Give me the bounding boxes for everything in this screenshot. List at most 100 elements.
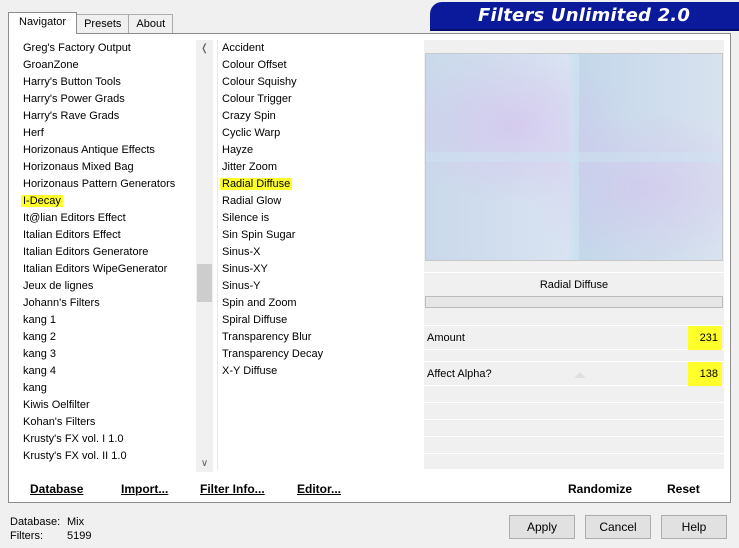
slider-tick-icon[interactable] [574,372,586,378]
category-item-label: Horizonaus Pattern Generators [23,178,176,190]
filter-item-label: X-Y Diffuse [222,365,278,377]
filter-info-button[interactable]: Filter Info... [200,482,265,496]
category-item-label: kang 1 [23,314,57,326]
category-item[interactable]: Johann's Filters [19,295,203,312]
category-scrollbar[interactable]: ❬ ∨ [196,40,213,472]
category-item[interactable]: kang 1 [19,312,203,329]
category-item-label: Italian Editors Generatore [23,246,149,258]
category-item[interactable]: I-Decay [19,193,203,210]
status-filters: Filters: 5199 [10,530,91,542]
param-amount-value[interactable]: 231 [688,326,722,350]
category-item[interactable]: Harry's Rave Grads [19,108,203,125]
category-item-label: Kiwis Oelfilter [23,399,90,411]
navigator-panel: Greg's Factory Output GroanZone Harry's Bu… [8,33,731,503]
filter-item[interactable]: Radial Diffuse [218,176,414,193]
param-amount[interactable]: Amount 231 [424,326,724,350]
reset-button[interactable]: Reset [667,482,700,496]
preview-pane: Radial Diffuse Amount 231 Affect Alpha? … [424,40,724,470]
category-item-label: GroanZone [23,59,79,71]
category-item-label: Greg's Factory Output [23,42,131,54]
filter-item[interactable]: Spiral Diffuse [218,312,414,329]
category-item[interactable]: Harry's Button Tools [19,74,203,91]
category-item[interactable]: Herf [19,125,203,142]
category-item[interactable]: kang 4 [19,363,203,380]
help-button[interactable]: Help [661,515,727,539]
category-item[interactable]: Jeux de lignes [19,278,203,295]
filter-item[interactable]: Sin Spin Sugar [218,227,414,244]
filter-item[interactable]: Silence is [218,210,414,227]
category-item-label: Harry's Rave Grads [23,110,120,122]
filter-item[interactable]: Spin and Zoom [218,295,414,312]
filter-item-label: Sinus-X [222,246,261,258]
category-item[interactable]: Kiwis Oelfilter [19,397,203,414]
category-item[interactable]: Horizonaus Mixed Bag [19,159,203,176]
filter-item[interactable]: Sinus-XY [218,261,414,278]
param-affect-alpha-value[interactable]: 138 [688,362,722,386]
database-button[interactable]: Database [30,482,83,496]
randomize-button[interactable]: Randomize [568,482,632,496]
tab-navigator[interactable]: Navigator [8,12,78,34]
category-item[interactable]: Horizonaus Antique Effects [19,142,203,159]
category-item[interactable]: Kohan's Filters [19,414,203,431]
filter-item-label: Hayze [222,144,254,156]
bottom-toolbar: Database Import... Filter Info... Editor… [8,474,731,502]
filter-item[interactable]: Colour Offset [218,57,414,74]
category-item[interactable]: GroanZone [19,57,203,74]
selected-filter-title: Radial Diffuse [424,272,724,296]
filter-item-label: Sin Spin Sugar [222,229,296,241]
category-item[interactable]: kang 3 [19,346,203,363]
filter-item[interactable]: Transparency Decay [218,346,414,363]
status-database: Database: Mix [10,516,84,528]
category-item[interactable]: Krusty's FX vol. II 1.0 [19,448,203,465]
category-item[interactable]: Italian Editors Effect [19,227,203,244]
category-item[interactable]: Italian Editors WipeGenerator [19,261,203,278]
category-item-label: Krusty's FX vol. I 1.0 [23,433,124,445]
category-item[interactable]: Italian Editors Generatore [19,244,203,261]
scroll-up-icon[interactable]: ❬ [196,40,213,57]
category-item-label: kang 3 [23,348,57,360]
filter-item[interactable]: Crazy Spin [218,108,414,125]
scroll-down-icon[interactable]: ∨ [196,455,213,472]
category-item-label: Italian Editors WipeGenerator [23,263,168,275]
category-item[interactable]: It@lian Editors Effect [19,210,203,227]
category-list[interactable]: Greg's Factory Output GroanZone Harry's Bu… [19,40,203,469]
filter-item[interactable]: Accident [218,40,414,57]
filter-item-label: Accident [222,42,265,54]
filter-item[interactable]: Cyclic Warp [218,125,414,142]
scroll-thumb[interactable] [197,264,212,302]
category-item[interactable]: Horizonaus Pattern Generators [19,176,203,193]
param-row-empty [424,386,724,403]
import-button[interactable]: Import... [121,482,168,496]
param-affect-alpha[interactable]: Affect Alpha? 138 [424,362,724,386]
category-item[interactable]: kang 2 [19,329,203,346]
category-item-label: Herf [23,127,44,139]
category-item-label: kang 4 [23,365,57,377]
category-item-label: Horizonaus Mixed Bag [23,161,134,173]
category-item-label: Jeux de lignes [23,280,94,292]
filter-item[interactable]: Colour Squishy [218,74,414,91]
filter-item[interactable]: Sinus-Y [218,278,414,295]
cancel-button[interactable]: Cancel [585,515,651,539]
category-item[interactable]: Krusty's FX vol. I 1.0 [19,431,203,448]
filter-item[interactable]: Jitter Zoom [218,159,414,176]
apply-button[interactable]: Apply [509,515,575,539]
filter-item-label: Jitter Zoom [222,161,278,173]
editor-button[interactable]: Editor... [297,482,341,496]
category-item[interactable]: kang [19,380,203,397]
tab-presets[interactable]: Presets [76,14,130,34]
filter-list[interactable]: Accident Colour Offset Colour Squishy Colou… [218,40,414,380]
preview-image [425,53,723,261]
filter-item[interactable]: X-Y Diffuse [218,363,414,380]
filter-item-label: Cyclic Warp [222,127,281,139]
param-row-empty [424,420,724,437]
filter-item[interactable]: Radial Glow [218,193,414,210]
tab-about[interactable]: About [128,14,174,34]
filter-item-label: Radial Glow [222,195,282,207]
category-item[interactable]: Greg's Factory Output [19,40,203,57]
filter-item[interactable]: Hayze [218,142,414,159]
category-item[interactable]: Harry's Power Grads [19,91,203,108]
filter-item[interactable]: Transparency Blur [218,329,414,346]
filter-item[interactable]: Colour Trigger [218,91,414,108]
filter-item[interactable]: Sinus-X [218,244,414,261]
category-item-label: I-Decay [21,195,63,207]
